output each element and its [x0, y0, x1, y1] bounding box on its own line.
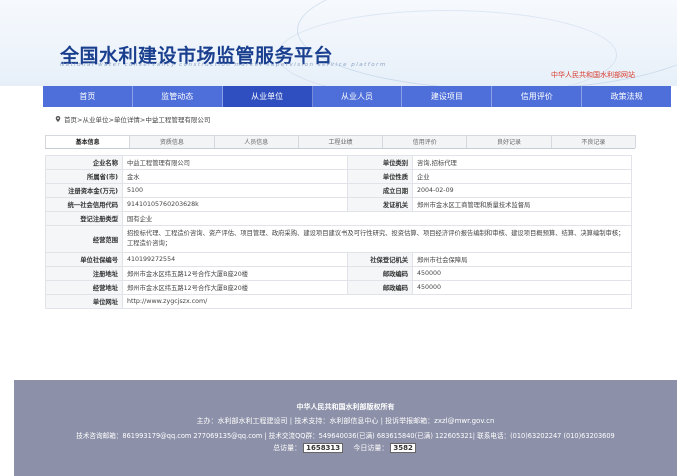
table-row: 企业名称 中益工程管理有限公司 单位类别 咨询,招标代理 — [45, 155, 632, 170]
tab-personnel[interactable]: 人员信息 — [213, 135, 299, 148]
issuer-value: 郑州市金水区工商管理和质量技术监督局 — [412, 197, 632, 212]
tab-good-records[interactable]: 良好记录 — [466, 135, 552, 148]
province-label: 所属省(市) — [45, 169, 123, 184]
credit-code-value: 91410105760203628k — [122, 197, 348, 212]
table-row: 统一社会信用代码 91410105760203628k 发证机关 郑州市金水区工… — [45, 197, 632, 212]
nav-item-supervision-news[interactable]: 监管动态 — [133, 86, 223, 107]
today-visits-value: 3582 — [390, 443, 416, 453]
reg-address-label: 注册地址 — [45, 266, 123, 281]
breadcrumb-text[interactable]: 首页>从业单位>单位详情>中益工程管理有限公司 — [64, 114, 210, 124]
ministry-website-link[interactable]: 中华人民共和国水利部网站 — [551, 70, 635, 80]
table-row: 登记注册类型 国有企业 — [45, 211, 632, 226]
breadcrumb: 首页>从业单位>单位详情>中益工程管理有限公司 — [55, 114, 210, 124]
postcode-value: 450000 — [412, 266, 632, 281]
table-row: 注册资本金(万元) 5100 成立日期 2004-02-09 — [45, 183, 632, 198]
company-info-table: 企业名称 中益工程管理有限公司 单位类别 咨询,招标代理 所属省(市) 金水 单… — [45, 155, 632, 309]
footer-copyright: 中华人民共和国水利部版权所有 — [296, 403, 395, 411]
nav-item-units[interactable]: 从业单位 — [222, 86, 313, 107]
tab-bad-records[interactable]: 不良记录 — [550, 135, 636, 148]
website-link[interactable]: http://www.zygcjszx.com/ — [122, 294, 632, 309]
header: 全国水利建设市场监管服务平台 National water conservanc… — [0, 0, 677, 86]
table-row: 所属省(市) 金水 单位性质 企业 — [45, 169, 632, 184]
table-row: 经营地址 郑州市金水区纬五路12号合作大厦B座20楼 邮政编码 450000 — [45, 280, 632, 295]
unit-type-label: 单位类别 — [347, 155, 413, 170]
reg-address-value: 郑州市金水区纬五路12号合作大厦B座20楼 — [122, 266, 348, 281]
province-value: 金水 — [122, 169, 348, 184]
tab-basic-info[interactable]: 基本信息 — [45, 135, 131, 148]
insurance-no-label: 单位社保编号 — [45, 252, 123, 267]
footer-sponsor-line: 主办：水利部水利工程建设司 | 技术支持：水利部信息中心 | 投诉举报邮箱：zx… — [196, 417, 495, 425]
founded-value: 2004-02-09 — [412, 183, 632, 198]
capital-label: 注册资本金(万元) — [45, 183, 123, 198]
today-visits-label: 今日访量： — [353, 444, 389, 452]
footer: 中华人民共和国水利部版权所有 主办：水利部水利工程建设司 | 技术支持：水利部信… — [14, 380, 677, 476]
tab-qualification[interactable]: 资质信息 — [129, 135, 215, 148]
table-row: 单位网址 http://www.zygcjszx.com/ — [45, 294, 632, 309]
site-subtitle: National water conservancy construction … — [60, 62, 387, 68]
issuer-label: 发证机关 — [347, 197, 413, 212]
tab-credit-rating[interactable]: 信用评价 — [382, 135, 468, 148]
table-row: 注册地址 郑州市金水区纬五路12号合作大厦B座20楼 邮政编码 450000 — [45, 266, 632, 281]
insurance-org-value: 郑州市社会保障局 — [412, 252, 632, 267]
detail-tabs: 基本信息 资质信息 人员信息 工程业绩 信用评价 良好记录 不良记录 — [45, 135, 636, 149]
unit-nature-value: 企业 — [412, 169, 632, 184]
visit-counter: 总访量： 1658313 今日访量： 3582 — [14, 443, 677, 453]
biz-address-label: 经营地址 — [45, 280, 123, 295]
postcode-label: 邮政编码 — [347, 266, 413, 281]
company-name-value: 中益工程管理有限公司 — [122, 155, 348, 170]
total-visits-label: 总访量： — [273, 444, 302, 452]
tab-performance[interactable]: 工程业绩 — [297, 135, 384, 148]
scope-label: 经营范围 — [45, 225, 123, 253]
insurance-no-value: 410199272554 — [122, 252, 348, 267]
postcode-label: 邮政编码 — [347, 280, 413, 295]
insurance-org-label: 社保登记机关 — [347, 252, 413, 267]
unit-type-value: 咨询,招标代理 — [412, 155, 632, 170]
nav-item-personnel[interactable]: 从业人员 — [313, 86, 403, 107]
reg-type-label: 登记注册类型 — [45, 211, 123, 226]
table-row: 单位社保编号 410199272554 社保登记机关 郑州市社会保障局 — [45, 252, 632, 267]
location-pin-icon — [55, 116, 61, 122]
reg-type-value: 国有企业 — [122, 211, 632, 226]
nav-item-projects[interactable]: 建设项目 — [402, 86, 493, 107]
postcode-value: 450000 — [412, 280, 632, 295]
unit-nature-label: 单位性质 — [347, 169, 413, 184]
footer-contact-line: 技术咨询邮箱：861993179@qq.com 277069135@qq.com… — [76, 432, 615, 440]
total-visits-value: 1658313 — [303, 443, 344, 453]
nav-item-home[interactable]: 首页 — [43, 86, 133, 107]
table-row: 经营范围 招投标代理、工程造价咨询、资产评估、项目管理、政府采购、建设项目建议书… — [45, 225, 632, 253]
nav-item-policies[interactable]: 政策法规 — [582, 86, 671, 107]
main-nav: 首页 监管动态 从业单位 从业人员 建设项目 信用评价 政策法规 — [43, 86, 671, 107]
website-label: 单位网址 — [45, 294, 123, 309]
nav-item-credit[interactable]: 信用评价 — [492, 86, 583, 107]
credit-code-label: 统一社会信用代码 — [45, 197, 123, 212]
founded-label: 成立日期 — [347, 183, 413, 198]
scope-value: 招投标代理、工程造价咨询、资产评估、项目管理、政府采购、建设项目建议书及可行性研… — [122, 225, 632, 253]
biz-address-value: 郑州市金水区纬五路12号合作大厦B座20楼 — [122, 280, 348, 295]
capital-value: 5100 — [122, 183, 348, 198]
company-name-label: 企业名称 — [45, 155, 123, 170]
